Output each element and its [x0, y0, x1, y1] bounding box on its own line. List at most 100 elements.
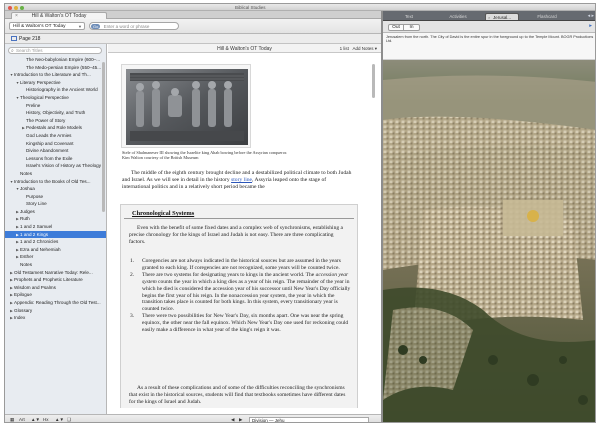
sidebar-item[interactable]: ▶1 and 2 Chronicles [5, 238, 106, 246]
sidebar-item[interactable]: ▶Glossary [5, 307, 106, 315]
page-scrollbar[interactable] [372, 64, 375, 98]
sidebar-item[interactable]: ▶Epilogue [5, 291, 106, 299]
sidebar-item[interactable]: Divine Abandonment [5, 147, 106, 155]
sidebar-item[interactable]: ▶1 and 2 Samuel [5, 223, 106, 231]
reading-header-actions: 1 list Add Notes ▾ [340, 46, 377, 52]
list-text: There were two possibilities for New Yea… [142, 313, 349, 334]
jerusalem-aerial-photo[interactable] [383, 60, 595, 422]
list-count[interactable]: 1 list [340, 46, 349, 51]
minimize-window-icon[interactable] [14, 5, 18, 10]
sidebar-item[interactable]: Purpose [5, 193, 106, 201]
sidebar-item[interactable]: ▼Literary Perspective [5, 79, 106, 87]
sidebar-scrollbar[interactable] [102, 62, 105, 212]
tab-bar: × Hill & Walton's OT Today [5, 11, 381, 19]
zoom-in-button[interactable]: In [404, 23, 420, 31]
stele-image[interactable] [121, 64, 251, 148]
sidebar-item[interactable]: ▶Index [5, 314, 106, 322]
page-number: Page 218 [19, 36, 41, 42]
zoom-window-icon[interactable] [20, 5, 24, 10]
list-item: 3. There were two possibilities for New Y… [129, 313, 351, 334]
sidebar-item[interactable]: History, Objectivity, and Truth [5, 109, 106, 117]
list-text: There are two systems for designating ye… [142, 271, 316, 278]
right-tab-flashcard[interactable]: Flashcard [525, 13, 569, 21]
sidebar-item[interactable]: The Neo-babylonian Empire (600–... [5, 56, 106, 64]
grid-icon[interactable]: ▦ [10, 417, 14, 422]
bookmark-icon[interactable]: ❑ [67, 417, 71, 422]
bottom-bar: ▦ Art ▲▼ Hx ▲▼ ❑ ◀ ▶ Division — Jehu [5, 414, 381, 422]
zoom-out-button[interactable]: Out [388, 23, 404, 31]
sidebar-item-label: Notes [20, 262, 33, 268]
search-input[interactable]: Go Enter a word or phrase [89, 22, 179, 30]
sidebar-item[interactable]: Kingship and Covenant [5, 140, 106, 148]
sidebar-item-label: Judges [20, 208, 35, 214]
tab-close-icon[interactable]: × [488, 14, 490, 21]
title-bar: Biblical Studies [5, 4, 595, 11]
sidebar-item[interactable]: ▶Ruth [5, 215, 106, 223]
add-notes-button[interactable]: Add Notes [352, 46, 373, 51]
nav-forward-icon[interactable]: ▶ [239, 417, 242, 422]
right-tab-text[interactable]: Text [387, 13, 431, 21]
sidebar-item[interactable]: Israel's Vision of History as Theology [5, 162, 106, 170]
tab-hill-walton[interactable]: × Hill & Walton's OT Today [11, 11, 107, 19]
list-item: 1. Coregencies are not always indicated i… [129, 258, 351, 272]
photo-caption: Jerusalem from the north. The City of Da… [383, 33, 595, 60]
sidebar-item[interactable]: ▶Pedestals and Role Models [5, 124, 106, 132]
sidebar-item[interactable]: Notes [5, 170, 106, 178]
close-window-icon[interactable] [8, 5, 12, 10]
sidebar-item[interactable]: ▼Theological Perspective [5, 94, 106, 102]
right-nav-arrows-icon[interactable]: ◂ ▸ [588, 13, 594, 19]
sidebar-item[interactable]: Notes [5, 261, 106, 269]
art-arrows-icon[interactable]: ▲▼ [31, 417, 40, 422]
sidebar-item[interactable]: ▶Prophets and Prophetic Literature [5, 276, 106, 284]
title-search-placeholder: Search Titles [16, 48, 43, 53]
story-line-link[interactable]: story line [231, 177, 252, 183]
hx-button[interactable]: Hx [43, 417, 49, 422]
chevron-down-icon: ▼ [78, 24, 82, 29]
sidebar-item[interactable]: The Power of Story [5, 117, 106, 125]
title-search-input[interactable]: ⌕ Search Titles [8, 47, 102, 54]
sidebar-item-label: Purpose [26, 193, 44, 199]
sidebar-item[interactable]: Story Line [5, 200, 106, 208]
right-toolbar: Out In ▸ [383, 21, 595, 33]
right-tab-jerusalem[interactable]: × Jerusal... [485, 12, 519, 21]
sidebar-item[interactable]: ▶1 and 2 Kings [5, 230, 106, 239]
next-arrow-icon[interactable]: ▸ [589, 23, 592, 29]
list-text: Coregencies are not always indicated in … [142, 258, 341, 271]
page-indicator[interactable]: Page 218 [11, 36, 40, 42]
sidebar-item[interactable]: Lessons from the Exile [5, 155, 106, 163]
division-field[interactable]: Division — Jehu [249, 416, 369, 422]
sidebar-item[interactable]: ▶Old Testament Narrative Today: Rele... [5, 269, 106, 277]
sidebar-item[interactable]: The Medo-persian Empire (550–45... [5, 64, 106, 72]
sidebar-item-label: Introduction to the Literature and Th... [14, 72, 91, 78]
sidebar-item[interactable]: ▶Wisdom and Psalms [5, 284, 106, 292]
sidebar-item[interactable]: ▶Esther [5, 253, 106, 261]
reading-page: Stele of Shalmaneser III showing the Isr… [109, 54, 369, 408]
sidebar-item-label: Joshua [20, 186, 35, 192]
search-go-button[interactable]: Go [91, 23, 101, 29]
nav-back-icon[interactable]: ◀ [231, 417, 234, 422]
sidebar-item[interactable]: Historiography in the Ancient World [5, 86, 106, 94]
sidebar-item-label: 1 and 2 Samuel [20, 224, 53, 230]
sidebar-item[interactable]: ▼Introduction to the Literature and Th..… [5, 71, 106, 79]
sidebar-item-label: Epilogue [14, 292, 32, 298]
sidebar-item[interactable]: Preline [5, 102, 106, 110]
sidebar-item-label: Old Testament Narrative Today: Rele... [14, 269, 93, 275]
sidebar-item-label: Historiography in the Ancient World [26, 87, 98, 93]
list-text-tail: counts the year in which a king dies as … [142, 278, 351, 313]
book-select[interactable]: Hill & Walton's OT Today ▼ [9, 22, 85, 30]
sidebar-item-label: Literary Perspective [20, 79, 61, 85]
sidebar-item-label: Pedestals and Role Models [26, 125, 82, 131]
sidebar-item[interactable]: ▼Joshua [5, 185, 106, 193]
sidebar-item-label: Lessons from the Exile [26, 155, 73, 161]
art-button[interactable]: Art [19, 417, 25, 422]
sidebar-item[interactable]: God Leads the Armies [5, 132, 106, 140]
sidebar-item[interactable]: ▶Appendix: Reading Through the Old Test.… [5, 299, 106, 307]
hx-arrows-icon[interactable]: ▲▼ [55, 417, 64, 422]
sidebar-item[interactable]: ▶Ezra and Nehemiah [5, 246, 106, 254]
sidebar-item[interactable]: ▼Introduction to the Books of Old Tes... [5, 178, 106, 186]
right-tab-activities[interactable]: Activities [435, 13, 481, 21]
box-outro: As a result of these complications and o… [129, 385, 346, 405]
chronological-systems-box: Chronological Systems Even with the bene… [120, 204, 358, 408]
sidebar-item[interactable]: ▶Judges [5, 208, 106, 216]
list-number: 3. [130, 313, 135, 320]
